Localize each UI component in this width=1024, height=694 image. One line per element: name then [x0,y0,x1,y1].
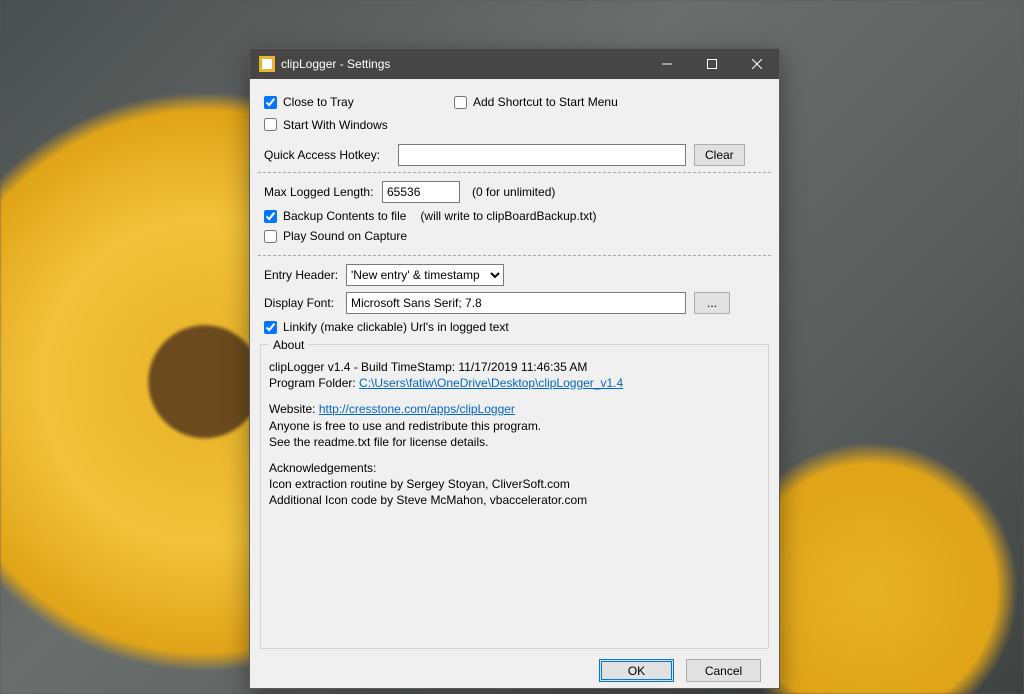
close-to-tray-checkbox[interactable]: Close to Tray [264,95,354,109]
entryheader-select[interactable]: 'New entry' & timestamp [346,264,504,286]
about-ack2: Additional Icon code by Steve McMahon, v… [269,492,760,508]
start-with-windows-label: Start With Windows [283,118,388,132]
linkify-label: Linkify (make clickable) Url's in logged… [283,320,509,334]
about-website-link[interactable]: http://cresstone.com/apps/clipLogger [319,402,515,416]
about-redistribute: Anyone is free to use and redistribute t… [269,418,760,434]
font-label: Display Font: [264,296,346,310]
add-shortcut-input[interactable] [454,96,467,109]
backup-checkbox[interactable]: Backup Contents to file [264,209,406,223]
about-version-line: clipLogger v1.4 - Build TimeStamp: 11/17… [269,359,760,375]
about-groupbox: About clipLogger v1.4 - Build TimeStamp:… [260,344,769,649]
close-button[interactable] [734,49,779,79]
start-with-windows-input[interactable] [264,118,277,131]
start-with-windows-checkbox[interactable]: Start With Windows [264,118,388,132]
hotkey-input[interactable] [398,144,686,166]
linkify-checkbox[interactable]: Linkify (make clickable) Url's in logged… [264,320,509,334]
playsound-label: Play Sound on Capture [283,229,407,243]
separator [258,172,771,173]
backup-label: Backup Contents to file [283,209,406,223]
font-input[interactable] [346,292,686,314]
add-shortcut-checkbox[interactable]: Add Shortcut to Start Menu [454,95,618,109]
maxlen-label: Max Logged Length: [264,185,382,199]
app-icon [259,56,275,72]
about-caption: About [269,337,308,353]
linkify-input[interactable] [264,321,277,334]
ok-button[interactable]: OK [599,659,674,682]
maximize-button[interactable] [689,49,734,79]
backup-hint: (will write to clipBoardBackup.txt) [420,209,596,223]
about-folder-link[interactable]: C:\Users\fatiw\OneDrive\Desktop\clipLogg… [359,376,623,390]
maxlen-hint: (0 for unlimited) [472,185,555,199]
maxlen-input[interactable] [382,181,460,203]
settings-window: clipLogger - Settings Close to Tray [249,48,780,689]
about-ack1: Icon extraction routine by Sergey Stoyan… [269,476,760,492]
hotkey-label: Quick Access Hotkey: [264,148,398,162]
add-shortcut-label: Add Shortcut to Start Menu [473,95,618,109]
playsound-checkbox[interactable]: Play Sound on Capture [264,229,407,243]
about-folder-label: Program Folder: [269,376,359,390]
playsound-input[interactable] [264,230,277,243]
backup-input[interactable] [264,210,277,223]
minimize-button[interactable] [644,49,689,79]
about-readme: See the readme.txt file for license deta… [269,434,760,450]
client-area: Close to Tray Add Shortcut to Start Menu… [250,79,779,688]
about-website-label: Website: [269,402,319,416]
titlebar[interactable]: clipLogger - Settings [250,49,779,79]
close-to-tray-input[interactable] [264,96,277,109]
close-to-tray-label: Close to Tray [283,95,354,109]
entryheader-label: Entry Header: [264,268,346,282]
font-browse-button[interactable]: ... [694,292,730,314]
clear-hotkey-button[interactable]: Clear [694,144,745,166]
separator [258,255,771,256]
window-title: clipLogger - Settings [281,57,390,71]
cancel-button[interactable]: Cancel [686,659,761,682]
dialog-footer: OK Cancel [258,649,771,682]
about-ack-title: Acknowledgements: [269,460,760,476]
